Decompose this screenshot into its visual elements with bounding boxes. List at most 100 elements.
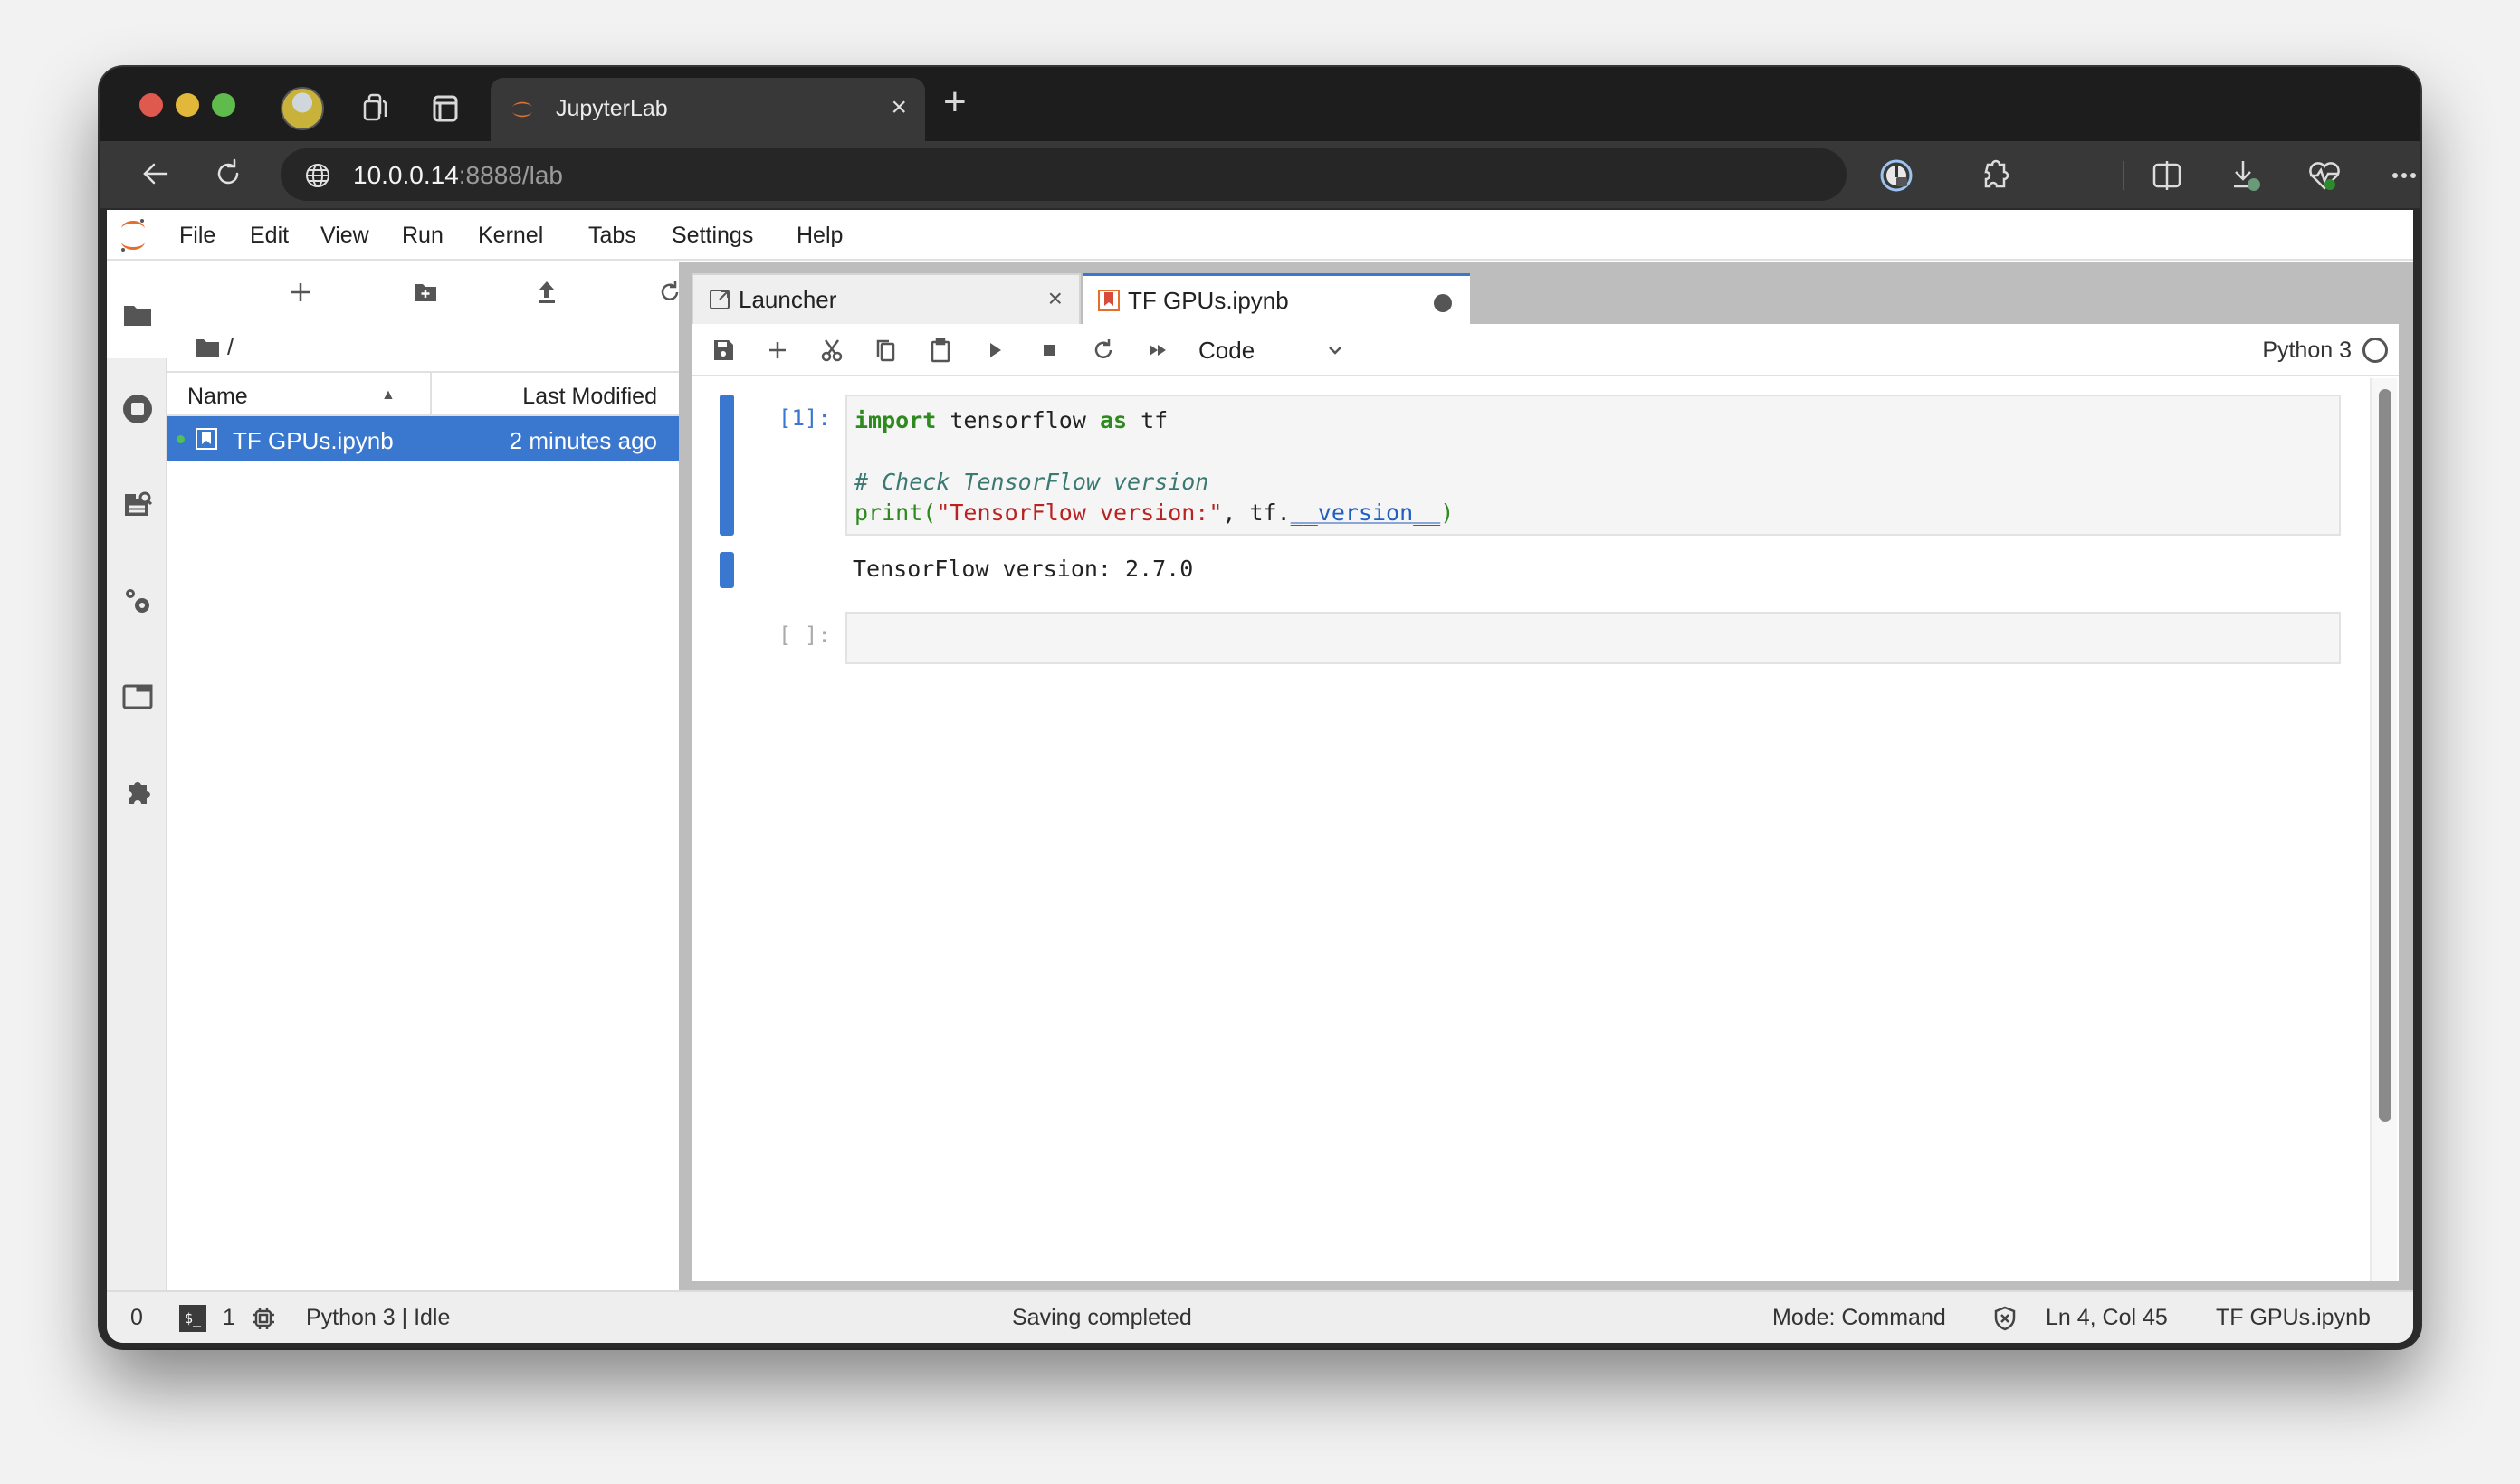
cpu-chip-icon[interactable]: [250, 1305, 277, 1332]
cut-icon[interactable]: [818, 337, 845, 364]
menu-run[interactable]: Run: [402, 223, 444, 249]
fast-forward-icon[interactable]: [1144, 337, 1171, 364]
paste-icon[interactable]: [927, 337, 954, 364]
code-text-segment: tensorflow: [936, 407, 1100, 433]
breadcrumb: /: [195, 333, 234, 361]
menu-kernel[interactable]: Kernel: [478, 223, 543, 249]
close-window-button[interactable]: [139, 93, 163, 117]
output-collapser-bar[interactable]: [720, 552, 734, 588]
code-string: "TensorFlow version:": [936, 499, 1223, 526]
current-file-name: TF GPUs.ipynb: [2216, 1305, 2371, 1330]
toc-icon[interactable]: [121, 489, 154, 521]
close-icon[interactable]: ×: [1048, 284, 1063, 313]
menu-view[interactable]: View: [320, 223, 369, 249]
menu-edit[interactable]: Edit: [250, 223, 289, 249]
file-modified: 2 minutes ago: [509, 427, 657, 454]
new-folder-icon[interactable]: [412, 279, 439, 306]
chevron-down-icon[interactable]: [1325, 340, 1345, 360]
code-keyword: import: [854, 407, 937, 433]
sort-ascending-icon[interactable]: ▲: [381, 387, 396, 404]
upload-icon[interactable]: [533, 279, 560, 306]
run-icon[interactable]: [981, 337, 1008, 364]
kernel-name-button[interactable]: Python 3: [2262, 338, 2352, 364]
menu-file[interactable]: File: [179, 223, 215, 249]
code-paren: ): [1440, 499, 1455, 526]
folder-icon[interactable]: [195, 336, 220, 359]
profile-avatar[interactable]: [281, 87, 324, 130]
code-keyword: as: [1099, 407, 1128, 433]
cell-prompt: [1]:: [778, 405, 831, 431]
minimize-window-button[interactable]: [176, 93, 199, 117]
tab-window-icon[interactable]: [121, 680, 154, 713]
launcher-icon: [710, 290, 730, 309]
split-screen-icon[interactable]: [2147, 156, 2187, 195]
file-list-header: Name ▲ Last Modified: [167, 371, 679, 416]
file-row[interactable]: TF GPUs.ipynb 2 minutes ago: [167, 416, 679, 461]
workspaces-icon[interactable]: [358, 90, 394, 127]
breadcrumb-root[interactable]: /: [227, 333, 234, 361]
kernels-count[interactable]: 0: [130, 1305, 143, 1331]
download-icon[interactable]: [2227, 156, 2267, 195]
gears-icon[interactable]: [121, 585, 154, 617]
empty-code-cell-editor[interactable]: [845, 612, 2341, 664]
code-text-segment: , tf.: [1222, 499, 1291, 526]
terminal-icon[interactable]: $_: [179, 1305, 206, 1332]
browser-toolbar: 10.0.0.14:8888/lab: [100, 141, 2420, 208]
notebook-scrollbar[interactable]: [2370, 378, 2397, 1281]
status-message: Saving completed: [1012, 1305, 1192, 1330]
password-manager-icon[interactable]: [1876, 156, 1916, 195]
new-tab-button[interactable]: +: [943, 80, 967, 125]
unsaved-dot-icon[interactable]: [1434, 294, 1452, 312]
jupyter-logo-icon: [121, 219, 145, 252]
tab-launcher[interactable]: Launcher ×: [692, 273, 1081, 324]
menu-tabs[interactable]: Tabs: [588, 223, 636, 249]
save-icon[interactable]: [710, 337, 737, 364]
column-name[interactable]: Name: [187, 384, 248, 410]
puzzle-icon[interactable]: [121, 776, 154, 809]
cell-selection-bar[interactable]: [720, 395, 734, 536]
copy-icon[interactable]: [873, 337, 900, 364]
vertical-tabs-icon[interactable]: [427, 90, 463, 127]
stop-icon[interactable]: [1036, 337, 1063, 364]
reload-icon[interactable]: [210, 156, 246, 192]
code-builtin: print: [854, 499, 923, 526]
code-paren: (: [922, 499, 937, 526]
globe-icon[interactable]: [304, 162, 331, 189]
maximize-window-button[interactable]: [212, 93, 235, 117]
arrow-left-icon[interactable]: [138, 156, 174, 192]
heartbeat-icon[interactable]: [2305, 156, 2344, 195]
mode-indicator[interactable]: Mode: Command: [1772, 1305, 1946, 1331]
insert-cell-icon[interactable]: [764, 337, 791, 364]
cursor-position[interactable]: Ln 4, Col 45: [2046, 1305, 2168, 1331]
running-indicator: [177, 435, 185, 443]
stop-circle-icon[interactable]: [121, 393, 154, 425]
code-attribute: __version__: [1290, 499, 1441, 526]
main-dock-area: Launcher × TF GPUs.ipynb Code Python 3 […: [679, 262, 2413, 1290]
kernel-idle-icon: [2362, 338, 2388, 363]
column-last-modified[interactable]: Last Modified: [522, 384, 657, 410]
kernel-status-text[interactable]: Python 3 | Idle: [306, 1305, 450, 1331]
cell-prompt: [ ]:: [778, 623, 831, 648]
menu-settings[interactable]: Settings: [672, 223, 753, 249]
column-divider[interactable]: [430, 373, 432, 416]
ellipsis-icon[interactable]: [2384, 156, 2420, 195]
cell-output: TensorFlow version: 2.7.0: [853, 556, 1194, 582]
folder-icon[interactable]: [121, 299, 154, 331]
tab-close-icon[interactable]: ×: [891, 92, 907, 123]
notebook-content: [1]: import tensorflow as tf # Check Ten…: [692, 378, 2399, 1281]
address-bar[interactable]: 10.0.0.14:8888/lab: [281, 148, 1847, 201]
cell-type-select[interactable]: Code: [1198, 337, 1255, 365]
restart-icon[interactable]: [1090, 337, 1117, 364]
file-browser: / Name ▲ Last Modified TF GPUs.ipynb 2 m…: [167, 262, 679, 1290]
shield-x-icon[interactable]: [1991, 1305, 2019, 1332]
tab-notebook[interactable]: TF GPUs.ipynb: [1083, 273, 1470, 326]
terminals-count[interactable]: 1: [223, 1305, 235, 1331]
url-text[interactable]: 10.0.0.14:8888/lab: [353, 161, 563, 190]
browser-tab-jupyterlab[interactable]: JupyterLab ×: [491, 78, 925, 141]
scrollbar-thumb[interactable]: [2379, 389, 2391, 1122]
tab-label: Launcher: [739, 286, 837, 313]
code-cell-editor[interactable]: import tensorflow as tf # Check TensorFl…: [845, 395, 2341, 536]
puzzle-icon[interactable]: [1973, 156, 2013, 195]
menu-help[interactable]: Help: [797, 223, 843, 249]
new-launcher-plus-icon[interactable]: [287, 279, 314, 306]
